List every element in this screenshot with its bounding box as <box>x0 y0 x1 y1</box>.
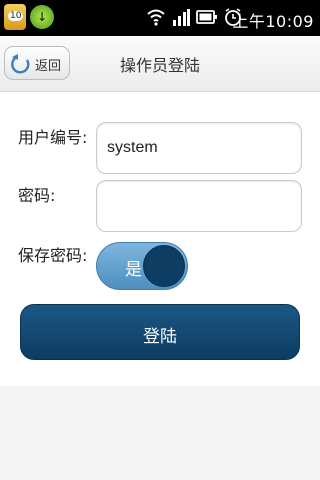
password-input[interactable] <box>96 180 302 232</box>
battery-icon <box>196 10 217 24</box>
save-password-label: 保存密码: <box>18 246 88 265</box>
footer-area <box>0 386 320 480</box>
save-password-toggle[interactable]: 是 <box>96 242 188 290</box>
title-bar: 返回 操作员登陆 <box>0 36 320 92</box>
download-app-icon: ↓ <box>30 5 54 29</box>
password-label: 密码: <box>18 186 56 205</box>
notification-app-icon: 10 <box>4 4 26 30</box>
user-id-input[interactable] <box>96 122 302 174</box>
status-bar: 10 ↓ 上午10:09 <box>0 0 320 36</box>
page-title: 操作员登陆 <box>119 56 200 75</box>
signal-icon <box>173 9 190 26</box>
toggle-knob <box>143 245 185 287</box>
login-button-label: 登陆 <box>143 327 177 347</box>
user-id-label: 用户编号: <box>18 128 88 147</box>
login-button[interactable]: 登陆 <box>20 304 300 360</box>
notification-badge: 10 <box>8 11 24 21</box>
toggle-state-label: 是 <box>125 260 142 280</box>
wifi-icon <box>147 9 165 26</box>
clock: 上午10:09 <box>232 12 314 31</box>
